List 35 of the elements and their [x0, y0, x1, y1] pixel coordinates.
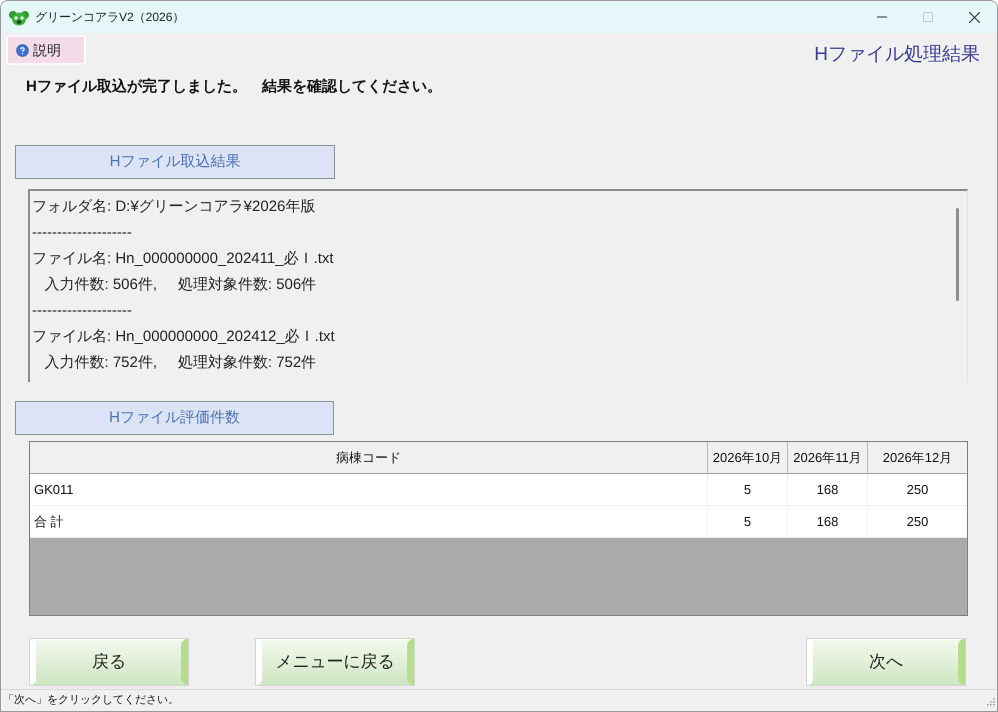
table-cell: 168: [788, 506, 868, 537]
result-line: フォルダ名: D:¥グリーンコアラ¥2026年版: [32, 197, 316, 217]
next-button[interactable]: 次へ: [806, 638, 966, 686]
back-to-menu-button[interactable]: メニューに戻る: [255, 638, 415, 686]
completion-message: Hファイル取込が完了しました。 結果を確認してください。: [26, 78, 442, 95]
table-cell: 合 計: [30, 506, 708, 537]
section-heading: Hファイル評価件数: [15, 401, 334, 435]
column-header: 2026年10月: [708, 442, 788, 473]
result-line: 入力件数: 506件, 処理対象件数: 506件: [44, 275, 316, 295]
result-line: --------------------: [32, 301, 132, 321]
table-cell-text: 250: [906, 480, 930, 499]
scrollbar-thumb[interactable]: [956, 208, 959, 301]
column-header: 2026年12月: [882, 448, 954, 467]
table-cell: 168: [788, 474, 868, 505]
back-button[interactable]: 戻る: [29, 638, 189, 686]
help-button[interactable]: 説明: [6, 35, 86, 65]
close-icon: [968, 12, 980, 22]
section-heading: Hファイル取込結果: [15, 145, 335, 179]
column-header: 2026年11月: [788, 442, 868, 473]
result-line: --------------------: [32, 223, 132, 243]
maximize-icon: [923, 12, 933, 22]
window-title: グリーンコアラV2（2026）: [35, 9, 184, 26]
column-header: 病棟コード: [30, 442, 708, 473]
page-title: Hファイル処理結果: [814, 43, 980, 67]
resize-grip-icon[interactable]: [985, 696, 995, 706]
results-listbox[interactable]: フォルダ名: D:¥グリーンコアラ¥2026年版 -------------------- ファイル名: Hn_000000000_202411_必Ｉ.txt 入力件数: 506件, 処理対象件数: 506件 -------------------- ファイル名: Hn_000000000_202412_必Ｉ.txt 入力件数: 752件, 処理対象件数: 752件: [28, 189, 968, 382]
result-line: 入力件数: 752件, 処理対象件数: 752件: [44, 353, 316, 373]
result-line: ファイル名: Hn_000000000_202411_必Ｉ.txt: [32, 249, 334, 269]
table-cell: GK011: [30, 474, 708, 505]
table-cell: 5: [708, 506, 788, 537]
table-cell-text: 250: [906, 512, 930, 531]
table-cell: 5: [708, 474, 788, 505]
help-icon: [16, 44, 29, 56]
status-text: 「次へ」をクリックしてください。: [3, 693, 179, 708]
result-line: ファイル名: Hn_000000000_202412_必Ｉ.txt: [32, 327, 335, 347]
